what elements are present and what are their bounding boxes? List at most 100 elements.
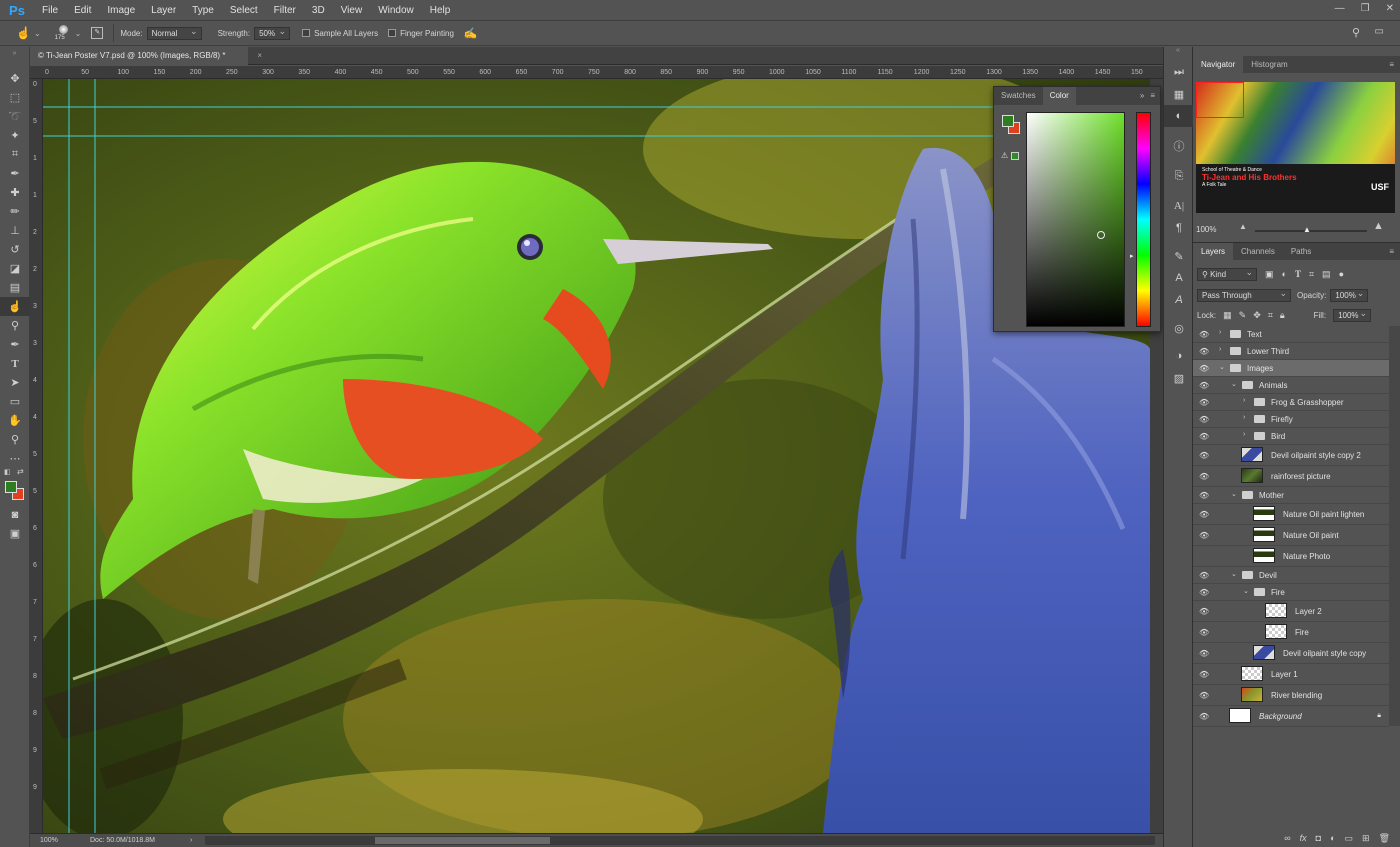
quick-mask-icon[interactable]: ◙ (0, 505, 30, 524)
layer-group-row[interactable]: 👁︎ › Firefly (1193, 411, 1389, 428)
collapse-group-icon[interactable]: ⌄ (1243, 587, 1249, 595)
hand-tool-icon[interactable]: ✋ (0, 411, 30, 430)
info-icon[interactable]: ⓘ (1164, 135, 1194, 157)
menu-select[interactable]: Select (222, 5, 266, 16)
toolbar-collapse-icon[interactable]: » (0, 47, 29, 69)
lock-pixels-icon[interactable]: ✎ (1239, 310, 1247, 321)
visibility-eye-icon[interactable]: 👁︎ (1199, 381, 1209, 390)
expand-group-icon[interactable]: › (1219, 329, 1221, 336)
status-arrow-icon[interactable]: › (190, 834, 192, 847)
character-styles-icon[interactable]: A (1164, 267, 1194, 289)
zoom-in-icon[interactable]: ▲ (1373, 220, 1384, 232)
layer-group-row[interactable]: 👁︎ ⌄ Mother (1193, 487, 1389, 504)
brush-tool-icon[interactable]: ✏ (0, 202, 30, 221)
smudge-tool-preset-icon[interactable]: ☝ (16, 26, 31, 40)
layers-scrollbar[interactable] (1389, 326, 1400, 726)
horizontal-scrollbar[interactable] (205, 836, 1155, 845)
horizontal-scroll-thumb[interactable] (375, 837, 550, 844)
eyedropper-tool-icon[interactable]: ✒ (0, 164, 30, 183)
visibility-eye-icon[interactable]: 👁︎ (1199, 347, 1209, 356)
chevron-down-icon[interactable]: ⌄ (75, 29, 82, 38)
dock-collapse-icon[interactable]: « (1164, 47, 1192, 61)
move-tool-icon[interactable]: ✥ (0, 69, 30, 88)
layer-row[interactable]: 👁︎ River blending (1193, 685, 1389, 706)
visibility-eye-icon[interactable]: 👁︎ (1199, 670, 1209, 679)
zoom-tool-icon[interactable]: ⚲ (0, 430, 30, 449)
visibility-eye-icon[interactable]: 👁︎ (1199, 628, 1209, 637)
properties-icon[interactable]: ◎ (1164, 317, 1194, 339)
tab-histogram[interactable]: Histogram (1243, 56, 1295, 73)
filter-toggle-icon[interactable]: ● (1339, 269, 1344, 279)
smudge-tool-icon[interactable]: ☝ (0, 297, 30, 316)
add-mask-icon[interactable]: ◘ (1316, 833, 1321, 843)
tab-navigator[interactable]: Navigator (1193, 56, 1244, 73)
path-select-tool-icon[interactable]: ➤ (0, 373, 30, 392)
visibility-eye-icon[interactable]: 👁︎ (1199, 472, 1209, 481)
menu-filter[interactable]: Filter (266, 5, 304, 16)
navigator-zoom-value[interactable]: 100% (1196, 225, 1216, 234)
trash-icon[interactable]: 🗑︎ (1379, 833, 1390, 844)
filter-type-icon[interactable]: T (1295, 269, 1301, 279)
layer-row[interactable]: 👁︎ Nature Oil paint (1193, 525, 1389, 546)
visibility-eye-icon[interactable]: 👁︎ (1199, 510, 1209, 519)
menu-type[interactable]: Type (184, 5, 222, 16)
layer-group-row[interactable]: 👁︎ › Frog & Grasshopper (1193, 394, 1389, 411)
collapse-group-icon[interactable]: ⌄ (1231, 380, 1237, 388)
visibility-eye-icon[interactable]: 👁︎ (1199, 712, 1209, 721)
crop-tool-icon[interactable]: ⌗ (0, 145, 30, 164)
menu-help[interactable]: Help (422, 5, 459, 16)
layer-group-row[interactable]: 👁︎ › Text (1193, 326, 1389, 343)
tab-swatches[interactable]: Swatches (994, 87, 1043, 105)
visibility-eye-icon[interactable]: 👁︎ (1199, 531, 1209, 540)
new-layer-icon[interactable]: ⊞ (1362, 833, 1370, 844)
pressure-icon[interactable]: ✍ (464, 27, 478, 40)
collapse-group-icon[interactable]: ⌄ (1231, 570, 1237, 578)
visibility-eye-icon[interactable]: 👁︎ (1199, 451, 1209, 460)
adjustment-layer-icon[interactable]: ◐ (1330, 833, 1335, 843)
styles-icon[interactable]: ▨ (1164, 367, 1194, 389)
close-button[interactable]: ✕ (1386, 3, 1394, 14)
doc-info[interactable]: Doc: 50.0M/1018.8M (90, 834, 155, 847)
document-tab[interactable]: © Ti-Jean Poster V7.psd @ 100% (Images, … (30, 47, 262, 65)
layer-row[interactable]: 👁︎ Devil oilpaint style copy 2 (1193, 445, 1389, 466)
collapse-group-icon[interactable]: ⌄ (1219, 363, 1225, 371)
menu-view[interactable]: View (333, 5, 371, 16)
opacity-field[interactable]: 100% (1330, 288, 1369, 302)
collapse-panel-icon[interactable]: » (1140, 87, 1150, 105)
visibility-eye-icon[interactable]: 👁︎ (1199, 571, 1209, 580)
visibility-eye-icon[interactable]: 👁︎ (1199, 364, 1209, 373)
filter-smart-object-icon[interactable]: ▤ (1322, 269, 1331, 280)
zoom-slider[interactable]: ▲ (1255, 225, 1367, 234)
visibility-eye-icon[interactable]: 👁︎ (1199, 398, 1209, 407)
layer-row[interactable]: 👁︎ rainforest picture (1193, 466, 1389, 487)
menu-file[interactable]: File (34, 5, 66, 16)
brush-panel-icon[interactable]: ✎ (1164, 245, 1194, 267)
layer-group-row[interactable]: 👁︎ › Lower Third (1193, 343, 1389, 360)
document-canvas[interactable] (43, 79, 1150, 833)
gradient-tool-icon[interactable]: ▤ (0, 278, 30, 297)
default-colors-icon[interactable]: ◧ (4, 468, 11, 476)
color-field[interactable] (1026, 112, 1125, 327)
panel-menu-icon[interactable]: ≡ (1150, 87, 1160, 105)
zoom-slider-thumb[interactable]: ▲ (1303, 225, 1311, 234)
layer-row[interactable]: Nature Photo (1193, 546, 1389, 567)
type-tool-icon[interactable]: T (0, 354, 30, 373)
quick-select-tool-icon[interactable]: ✦ (0, 126, 30, 145)
sample-all-layers-checkbox[interactable] (302, 29, 311, 37)
minimize-button[interactable]: — (1335, 3, 1345, 14)
layer-row[interactable]: 👁︎ Devil oilpaint style copy (1193, 643, 1389, 664)
visibility-eye-icon[interactable]: 👁︎ (1199, 491, 1209, 500)
visibility-eye-icon[interactable]: 👁︎ (1199, 330, 1209, 339)
layer-group-row[interactable]: 👁︎ › Bird (1193, 428, 1389, 445)
brush-preset-picker[interactable]: 175 (53, 22, 75, 44)
libraries-icon[interactable]: ⎘ (1164, 165, 1194, 187)
expand-group-icon[interactable]: › (1243, 414, 1245, 421)
mode-select[interactable]: Normal (146, 26, 202, 40)
workspace-icon[interactable]: ▭ (1375, 26, 1384, 37)
filter-kind-select[interactable]: ⚲ Kind (1197, 267, 1257, 281)
lock-artboard-icon[interactable]: ⌗ (1268, 310, 1273, 321)
chevron-down-icon[interactable]: ⌄ (34, 29, 41, 38)
close-tab-button[interactable]: × (257, 47, 262, 65)
glyphs-icon[interactable]: A (1164, 289, 1194, 311)
tab-channels[interactable]: Channels (1233, 243, 1283, 260)
